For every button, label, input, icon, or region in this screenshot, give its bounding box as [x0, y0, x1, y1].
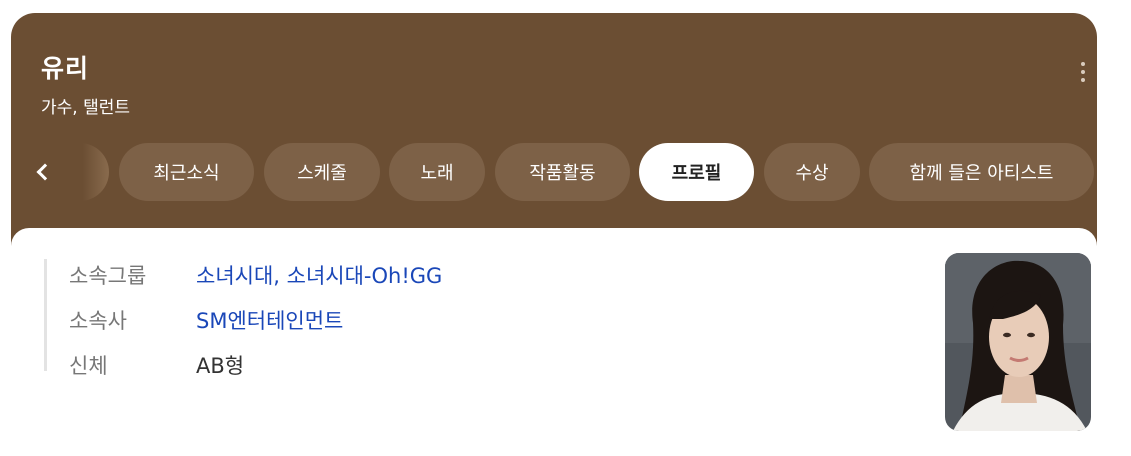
artist-card: 유리 가수, 탤런트 최근소식 스케줄 노래 작품활동 프로필 수상 함께 들은… — [11, 13, 1097, 456]
tab-songs[interactable]: 노래 — [389, 143, 485, 201]
profile-label-body: 신체 — [69, 354, 108, 378]
tab-awards[interactable]: 수상 — [764, 143, 860, 201]
tab-recent-news[interactable]: 최근소식 — [119, 143, 254, 201]
tab-profile[interactable]: 프로필 — [639, 143, 754, 201]
profile-info: 소속그룹 소녀시대, 소녀시대-Oh!GG 소속사 SM엔터테인먼트 신체 AB… — [44, 259, 442, 378]
tab-works[interactable]: 작품활동 — [495, 143, 630, 201]
tabs-prev-button[interactable] — [21, 143, 109, 201]
artist-occupation: 가수, 탤런트 — [41, 98, 131, 118]
more-vertical-icon-dot — [1081, 70, 1085, 74]
artist-photo[interactable] — [945, 253, 1091, 431]
profile-panel: 소속그룹 소녀시대, 소녀시대-Oh!GG 소속사 SM엔터테인먼트 신체 AB… — [11, 228, 1097, 456]
more-vertical-icon — [1081, 62, 1085, 66]
profile-value-group[interactable]: 소녀시대, 소녀시대-Oh!GG — [196, 260, 442, 290]
artist-photo-image — [945, 253, 1091, 431]
profile-label-agency: 소속사 — [69, 309, 127, 333]
profile-value-agency[interactable]: SM엔터테인먼트 — [196, 305, 343, 335]
artist-name: 유리 — [41, 54, 90, 83]
chevron-left-icon — [36, 163, 54, 181]
profile-value-body: AB형 — [196, 354, 245, 378]
tab-bar: 최근소식 스케줄 노래 작품활동 프로필 수상 함께 들은 아티스트 — [11, 141, 1097, 203]
profile-label-group: 소속그룹 — [69, 264, 147, 288]
more-vertical-icon-dot — [1081, 78, 1085, 82]
more-options-button[interactable] — [1071, 57, 1095, 87]
tab-schedule[interactable]: 스케줄 — [264, 143, 380, 201]
tab-related-artists[interactable]: 함께 들은 아티스트 — [869, 143, 1094, 201]
